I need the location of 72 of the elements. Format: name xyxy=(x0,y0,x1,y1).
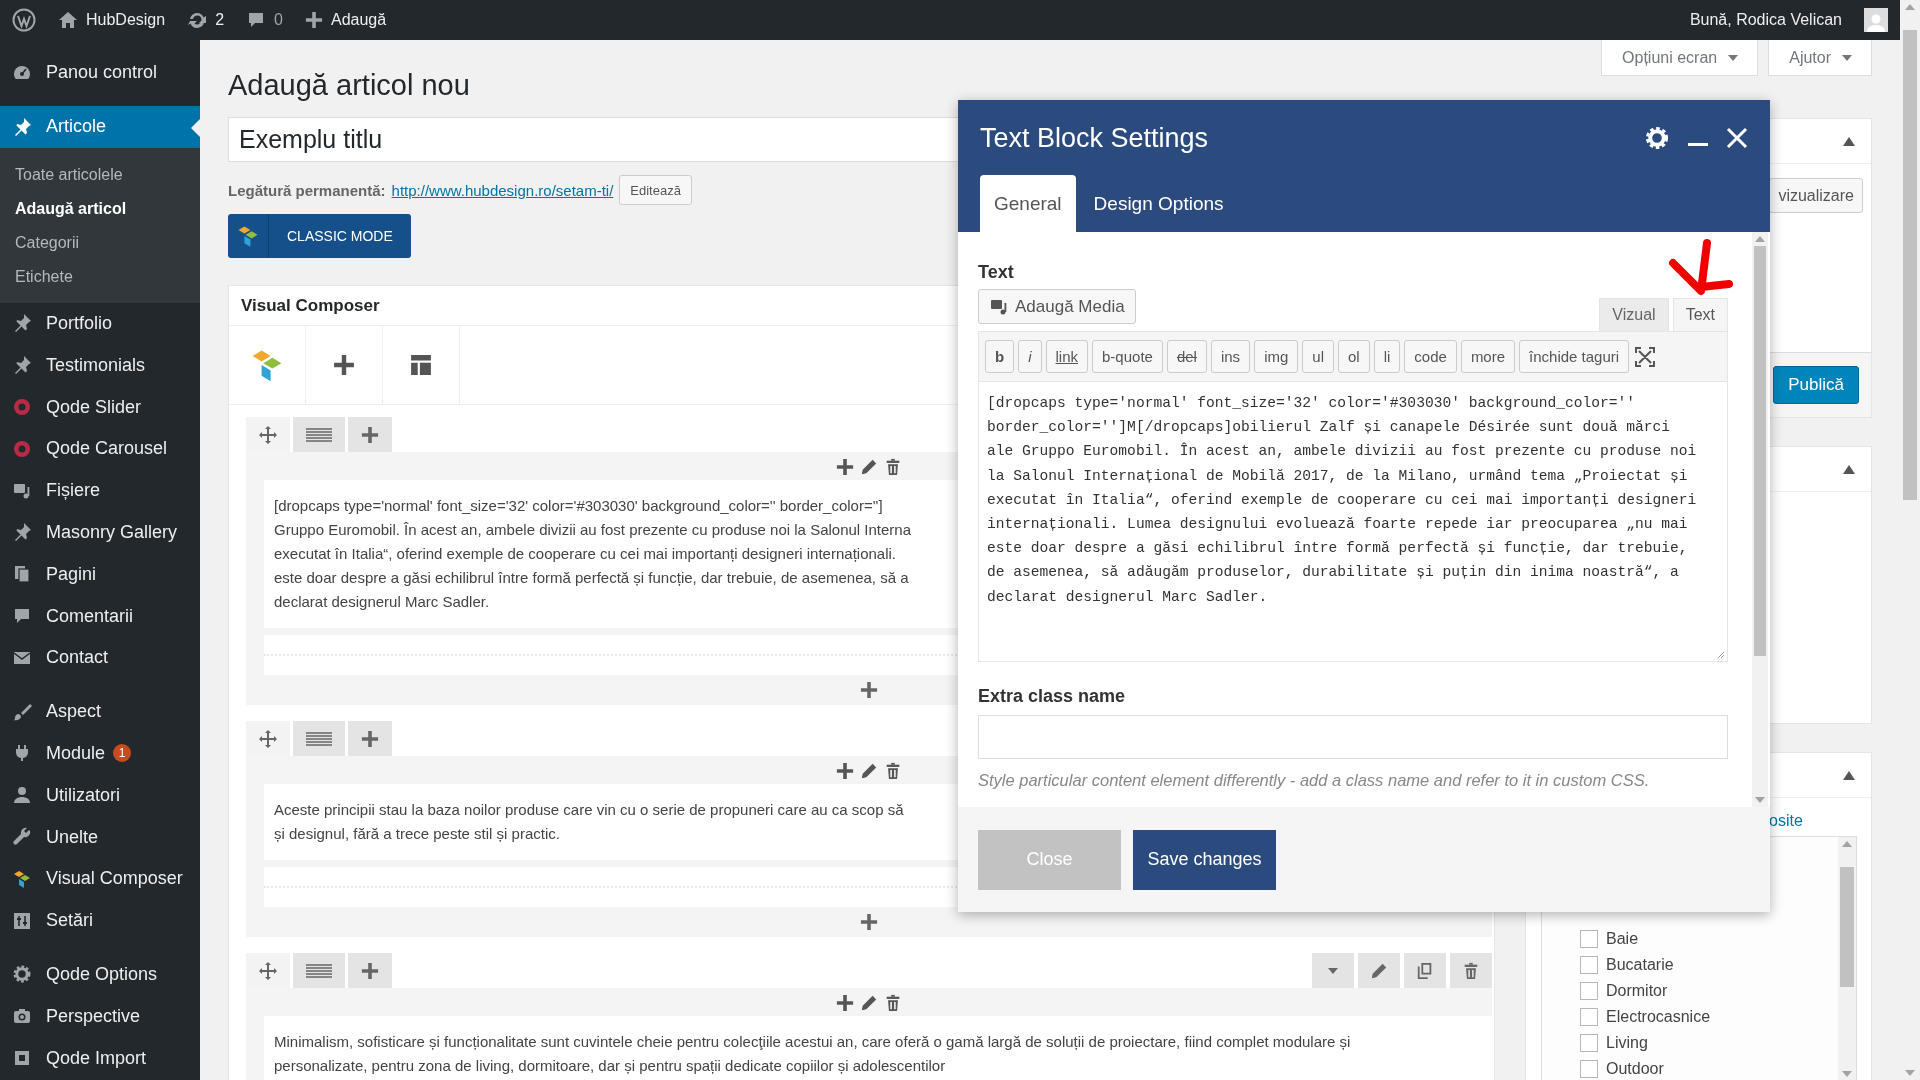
publish-button[interactable]: Publică xyxy=(1773,366,1859,404)
updates-link[interactable]: 2 xyxy=(187,10,225,30)
screen-tab-button[interactable]: Opțiuni ecran xyxy=(1601,40,1759,76)
dialog-title: Text Block Settings xyxy=(980,122,1210,154)
menu-item[interactable]: Contact xyxy=(0,636,200,679)
format-button[interactable]: img xyxy=(1254,340,1299,373)
category-checkbox[interactable]: Dormitor xyxy=(1580,980,1838,1002)
category-checkbox[interactable]: Baie xyxy=(1580,928,1838,950)
menu-item[interactable]: Aspect xyxy=(0,690,200,733)
submenu-item[interactable]: Categorii xyxy=(0,225,200,260)
menu-item[interactable]: Panou control xyxy=(0,52,200,94)
menu-item[interactable]: Perspective xyxy=(0,995,200,1038)
classic-mode-button[interactable]: CLASSIC MODE xyxy=(228,214,411,258)
comments-link[interactable]: 0 xyxy=(246,10,283,30)
save-button[interactable]: Save changes xyxy=(1133,829,1276,890)
menu-item[interactable]: Setări xyxy=(0,899,200,942)
permalink-link[interactable]: http://www.hubdesign.ro/setam-ti/ xyxy=(391,181,614,199)
block-text: [dropcaps type='normal' font_size='32' color='#303030' background_color='' border_color=''] Gruppo Euromobil. În acest an, ambele divizii au fost prezente cu produse noi la Salonul Interna executat în Italia“, oferind exemple de cooperare cu cei mai importanți designeri internaționali. este doar despre a găsi echilibrul între formă perfectă și funcție, dar trebuie, de asemenea, să a declarat designerul Marc Sadler. xyxy=(274,496,912,612)
permalink-label: Legătură permanentă: xyxy=(228,181,386,199)
menu-item[interactable]: Qode Import xyxy=(0,1037,200,1079)
menu-item[interactable]: Qode Options xyxy=(0,953,200,996)
category-checkbox[interactable]: Living xyxy=(1580,1032,1838,1054)
format-button[interactable]: închide taguri xyxy=(1519,340,1630,373)
format-button[interactable]: b-quote xyxy=(1092,340,1163,373)
menu-item[interactable]: Visual Composer xyxy=(0,857,200,900)
submenu-item[interactable]: Adaugă articol xyxy=(0,191,200,226)
format-button[interactable]: code xyxy=(1404,340,1457,373)
field-label: Text xyxy=(978,261,1015,284)
add-media-button[interactable]: Adaugă Media xyxy=(978,289,1136,324)
submenu-item[interactable]: Etichete xyxy=(0,259,200,294)
site-link[interactable]: HubDesign xyxy=(58,10,166,30)
format-button[interactable]: more xyxy=(1460,340,1516,373)
menu-item[interactable]: Utilizatori xyxy=(0,774,200,817)
screen-tab-button[interactable]: Ajutor xyxy=(1768,40,1872,76)
editor-tab[interactable]: Text xyxy=(1672,298,1728,331)
format-button[interactable]: ins xyxy=(1210,340,1251,373)
category-checkbox[interactable]: Outdoor xyxy=(1580,1058,1838,1080)
menu-item[interactable]: Masonry Gallery xyxy=(0,511,200,554)
block-text: Aceste principii stau la baza noilor produse care vin cu o serie de propuneri care au ca scop să și designul, fără a trece peste stil și practic. xyxy=(274,800,904,844)
menu-item[interactable]: Portfolio xyxy=(0,302,200,345)
format-button[interactable]: li xyxy=(1373,340,1401,373)
tab[interactable]: Design Options xyxy=(1079,175,1238,232)
menu-item[interactable]: Qode Slider xyxy=(0,386,200,428)
category-checkbox[interactable]: Electrocasnice xyxy=(1580,1006,1838,1028)
menu-item[interactable]: Fișiere xyxy=(0,469,200,512)
format-button[interactable]: link xyxy=(1045,340,1089,373)
menu-item[interactable]: Qode Carousel xyxy=(0,428,200,470)
new-link[interactable]: Adaugă xyxy=(304,11,387,29)
block-text: Minimalism, sofisticare și funcționalitate sunt cuvintele cheie pentru colecţiile acestui an, care oferă o gamă largă de soluții de proiectare, fiind complet modulare și personalizate, pentru zona de living, dormitoare, dar și pentru spații dedicate copiilor și adolescentilor xyxy=(274,1032,1351,1076)
panel-title: Visual Composer xyxy=(241,295,380,316)
format-button[interactable]: b xyxy=(985,340,1015,373)
field-label: Extra class name xyxy=(978,685,1127,708)
most-used-link[interactable]: osite xyxy=(1769,812,1803,830)
account-link[interactable]: Bună, Rodica Velican xyxy=(1689,11,1842,29)
menu-item[interactable]: Testimonials xyxy=(0,344,200,387)
menu-item[interactable]: Module 1 xyxy=(0,732,200,775)
category-checkbox[interactable]: Bucatarie xyxy=(1580,954,1838,976)
edit-permalink-button[interactable]: Editează xyxy=(619,175,692,205)
menu-item[interactable]: Unelte xyxy=(0,816,200,858)
format-button[interactable]: ol xyxy=(1338,340,1370,373)
menu-item[interactable]: Articole xyxy=(0,105,200,148)
menu-item[interactable]: Comentarii xyxy=(0,595,200,637)
format-button[interactable]: del xyxy=(1166,340,1207,373)
editor-tab[interactable]: Vizual xyxy=(1599,298,1669,331)
count-badge: 1 xyxy=(113,744,132,763)
page-title: Adaugă articol nou xyxy=(228,68,471,103)
preview-button[interactable]: vizualizare xyxy=(1769,178,1863,213)
format-button[interactable]: i xyxy=(1018,340,1042,373)
format-button[interactable]: ul xyxy=(1302,340,1334,373)
menu-item[interactable]: Pagini xyxy=(0,553,200,596)
tab[interactable]: General xyxy=(980,175,1076,232)
submenu-item[interactable]: Toate articolele xyxy=(0,157,200,192)
